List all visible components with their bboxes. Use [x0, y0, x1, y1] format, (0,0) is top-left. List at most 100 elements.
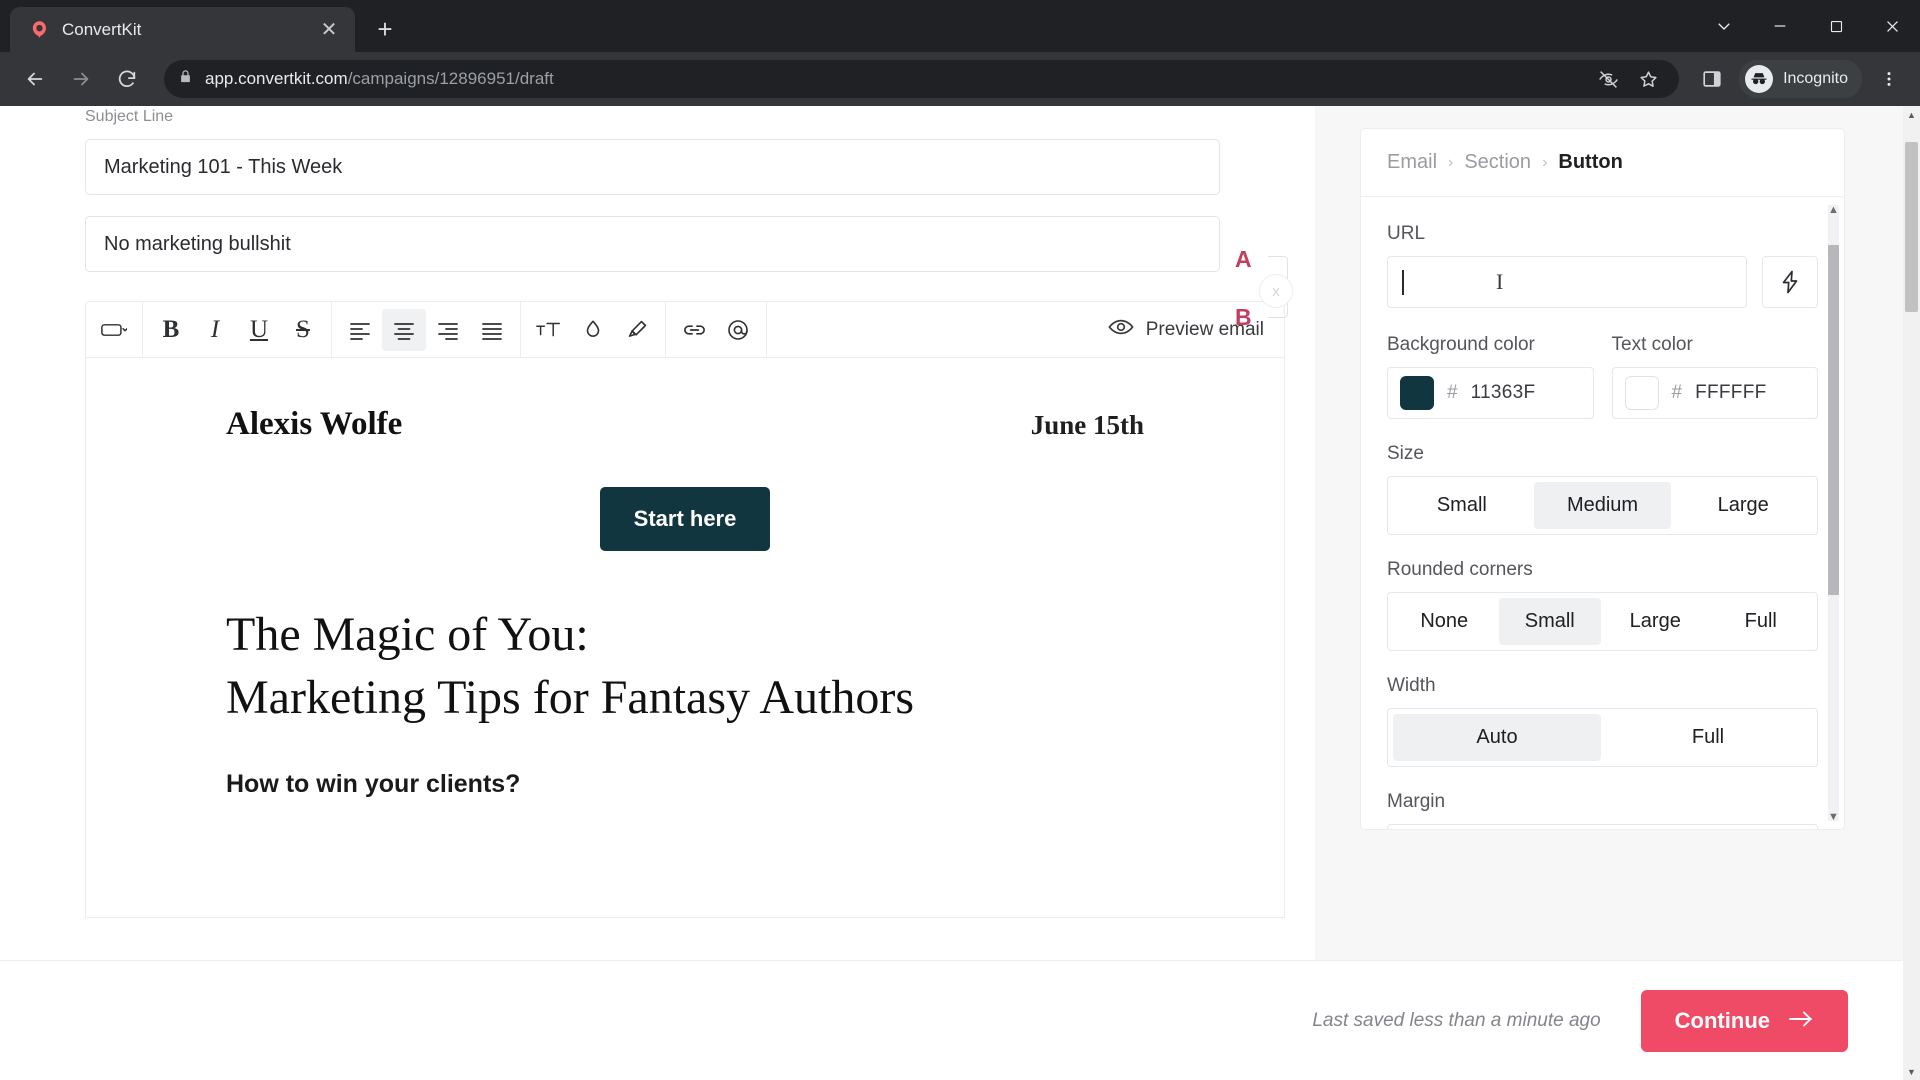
text-color-input[interactable]: # FFFFFF [1611, 367, 1818, 419]
address-bar[interactable]: app.convertkit.com/campaigns/12896951/dr… [164, 60, 1680, 98]
text-color-hash: # [1671, 382, 1683, 403]
at-mention-icon[interactable] [716, 309, 760, 351]
page-scroll-up-icon[interactable]: ▲ [1903, 106, 1920, 123]
underline-button[interactable]: U [237, 309, 281, 351]
align-right-icon[interactable] [426, 309, 470, 351]
bottom-action-bar: Last saved less than a minute ago Contin… [0, 960, 1920, 1080]
page-scrollbar-thumb[interactable] [1905, 142, 1918, 312]
third-party-cookie-blocked-icon[interactable] [1591, 62, 1625, 96]
browser-toolbar: app.convertkit.com/campaigns/12896951/dr… [0, 52, 1920, 106]
size-option-small[interactable]: Small [1393, 482, 1531, 529]
text-color-hex: FFFFFF [1695, 382, 1767, 403]
bold-button[interactable]: B [149, 309, 193, 351]
strikethrough-button[interactable]: S [281, 309, 325, 351]
ab-variant-b-label: B [1235, 304, 1252, 330]
side-panel-icon[interactable] [1695, 62, 1729, 96]
kebab-menu-icon[interactable] [1872, 59, 1906, 99]
continue-button[interactable]: Continue [1640, 989, 1848, 1052]
size-option-medium[interactable]: Medium [1533, 482, 1672, 529]
button-settings-panel: Email › Section › Button URL I Backgroun… [1360, 106, 1920, 1080]
breadcrumb-item-email[interactable]: Email [1387, 151, 1437, 174]
settings-panel-scrollbar[interactable] [1828, 205, 1839, 821]
rounded-option-full[interactable]: Full [1710, 598, 1813, 645]
browser-tab[interactable]: ConvertKit ✕ [10, 7, 355, 52]
scroll-down-arrow-icon[interactable]: ▼ [1827, 810, 1840, 823]
email-author-name[interactable]: Alexis Wolfe [226, 406, 402, 443]
email-canvas[interactable]: Alexis Wolfe June 15th Start here The Ma… [85, 358, 1285, 918]
rounded-corners-segmented-control: None Small Large Full [1387, 592, 1818, 651]
background-color-input[interactable]: # 11363F [1387, 367, 1594, 419]
toolbar-group-format: B I U S [143, 302, 332, 357]
email-subheading[interactable]: How to win your clients? [226, 770, 1144, 799]
lock-icon [178, 69, 193, 89]
reload-icon[interactable] [106, 58, 148, 100]
size-group: Size Small Medium Large [1387, 443, 1818, 535]
scrollbar-thumb[interactable] [1828, 245, 1839, 595]
align-center-icon[interactable] [382, 308, 426, 351]
size-option-large[interactable]: Large [1674, 482, 1812, 529]
text-color-label: Text color [1611, 334, 1693, 355]
rounded-option-large[interactable]: Large [1604, 598, 1707, 645]
margin-control[interactable] [1387, 824, 1818, 829]
width-group: Width Auto Full [1387, 675, 1818, 767]
incognito-label: Incognito [1783, 70, 1848, 87]
email-cta-button[interactable]: Start here [599, 487, 771, 551]
droplet-icon[interactable] [571, 309, 615, 351]
url-input[interactable]: I [1387, 256, 1747, 308]
toolbar-group-block [86, 302, 143, 357]
subject-input-b[interactable]: No marketing bullshit [85, 216, 1220, 272]
url-host: app.convertkit.com [205, 69, 348, 88]
rounded-option-none[interactable]: None [1393, 598, 1496, 645]
subject-line-label: Subject Line [85, 108, 174, 125]
subject-input-a-value: Marketing 101 - This Week [104, 155, 343, 178]
address-bar-actions [1591, 62, 1665, 96]
width-option-auto[interactable]: Auto [1393, 714, 1601, 761]
text-size-button[interactable] [527, 309, 571, 351]
breadcrumb-item-button[interactable]: Button [1558, 151, 1622, 174]
chevron-down-icon[interactable] [1696, 0, 1752, 52]
continue-button-label: Continue [1674, 1007, 1770, 1033]
button-block-icon[interactable] [92, 309, 136, 351]
minimize-icon[interactable] [1752, 0, 1808, 52]
rounded-corners-group: Rounded corners None Small Large Full [1387, 559, 1818, 651]
lightning-bolt-icon[interactable] [1762, 256, 1818, 308]
page-scrollbar[interactable]: ▲ ▼ [1903, 106, 1920, 1080]
email-headline-line2: Marketing Tips for Fantasy Authors [226, 671, 915, 725]
breadcrumb-item-section[interactable]: Section [1464, 151, 1531, 174]
align-left-icon[interactable] [338, 309, 382, 351]
page-scroll-down-icon[interactable]: ▼ [1903, 1063, 1920, 1080]
background-color-hash: # [1447, 382, 1458, 403]
back-arrow-icon[interactable] [14, 58, 56, 100]
settings-body: URL I Background color # 11363F Text col… [1361, 197, 1844, 829]
align-justify-icon[interactable] [470, 309, 514, 351]
ab-variant-a-label: A [1235, 246, 1252, 272]
incognito-indicator[interactable]: Incognito [1739, 60, 1862, 98]
plus-icon[interactable]: + [365, 9, 405, 49]
rounded-option-small[interactable]: Small [1498, 598, 1601, 645]
email-date[interactable]: June 15th [1031, 410, 1144, 441]
url-field-group: URL I [1387, 223, 1818, 308]
convertkit-logo-icon [28, 19, 50, 41]
rounded-corners-label: Rounded corners [1387, 559, 1533, 580]
forward-arrow-icon[interactable] [60, 58, 102, 100]
window-close-icon[interactable] [1864, 0, 1920, 52]
background-color-swatch[interactable] [1400, 376, 1434, 410]
size-segmented-control: Small Medium Large [1387, 476, 1818, 535]
scroll-up-arrow-icon[interactable]: ▲ [1827, 203, 1840, 216]
close-icon[interactable]: ✕ [315, 16, 343, 44]
email-headline[interactable]: The Magic of You: Marketing Tips for Fan… [226, 603, 1144, 730]
text-color-group: Text color # FFFFFF [1611, 334, 1818, 419]
link-icon[interactable] [672, 309, 716, 351]
remove-ab-test-button[interactable]: x [1259, 274, 1293, 308]
email-header-row: Alexis Wolfe June 15th [226, 406, 1144, 443]
subject-input-a[interactable]: Marketing 101 - This Week [85, 139, 1220, 195]
maximize-icon[interactable] [1808, 0, 1864, 52]
italic-button[interactable]: I [193, 309, 237, 351]
size-label: Size [1387, 443, 1424, 464]
width-option-full[interactable]: Full [1604, 714, 1812, 761]
email-cta-wrapper: Start here [226, 487, 1144, 551]
text-color-swatch[interactable] [1624, 376, 1659, 410]
highlighter-icon[interactable] [615, 309, 659, 351]
bookmark-star-icon[interactable] [1631, 62, 1665, 96]
address-bar-url: app.convertkit.com/campaigns/12896951/dr… [205, 69, 554, 89]
